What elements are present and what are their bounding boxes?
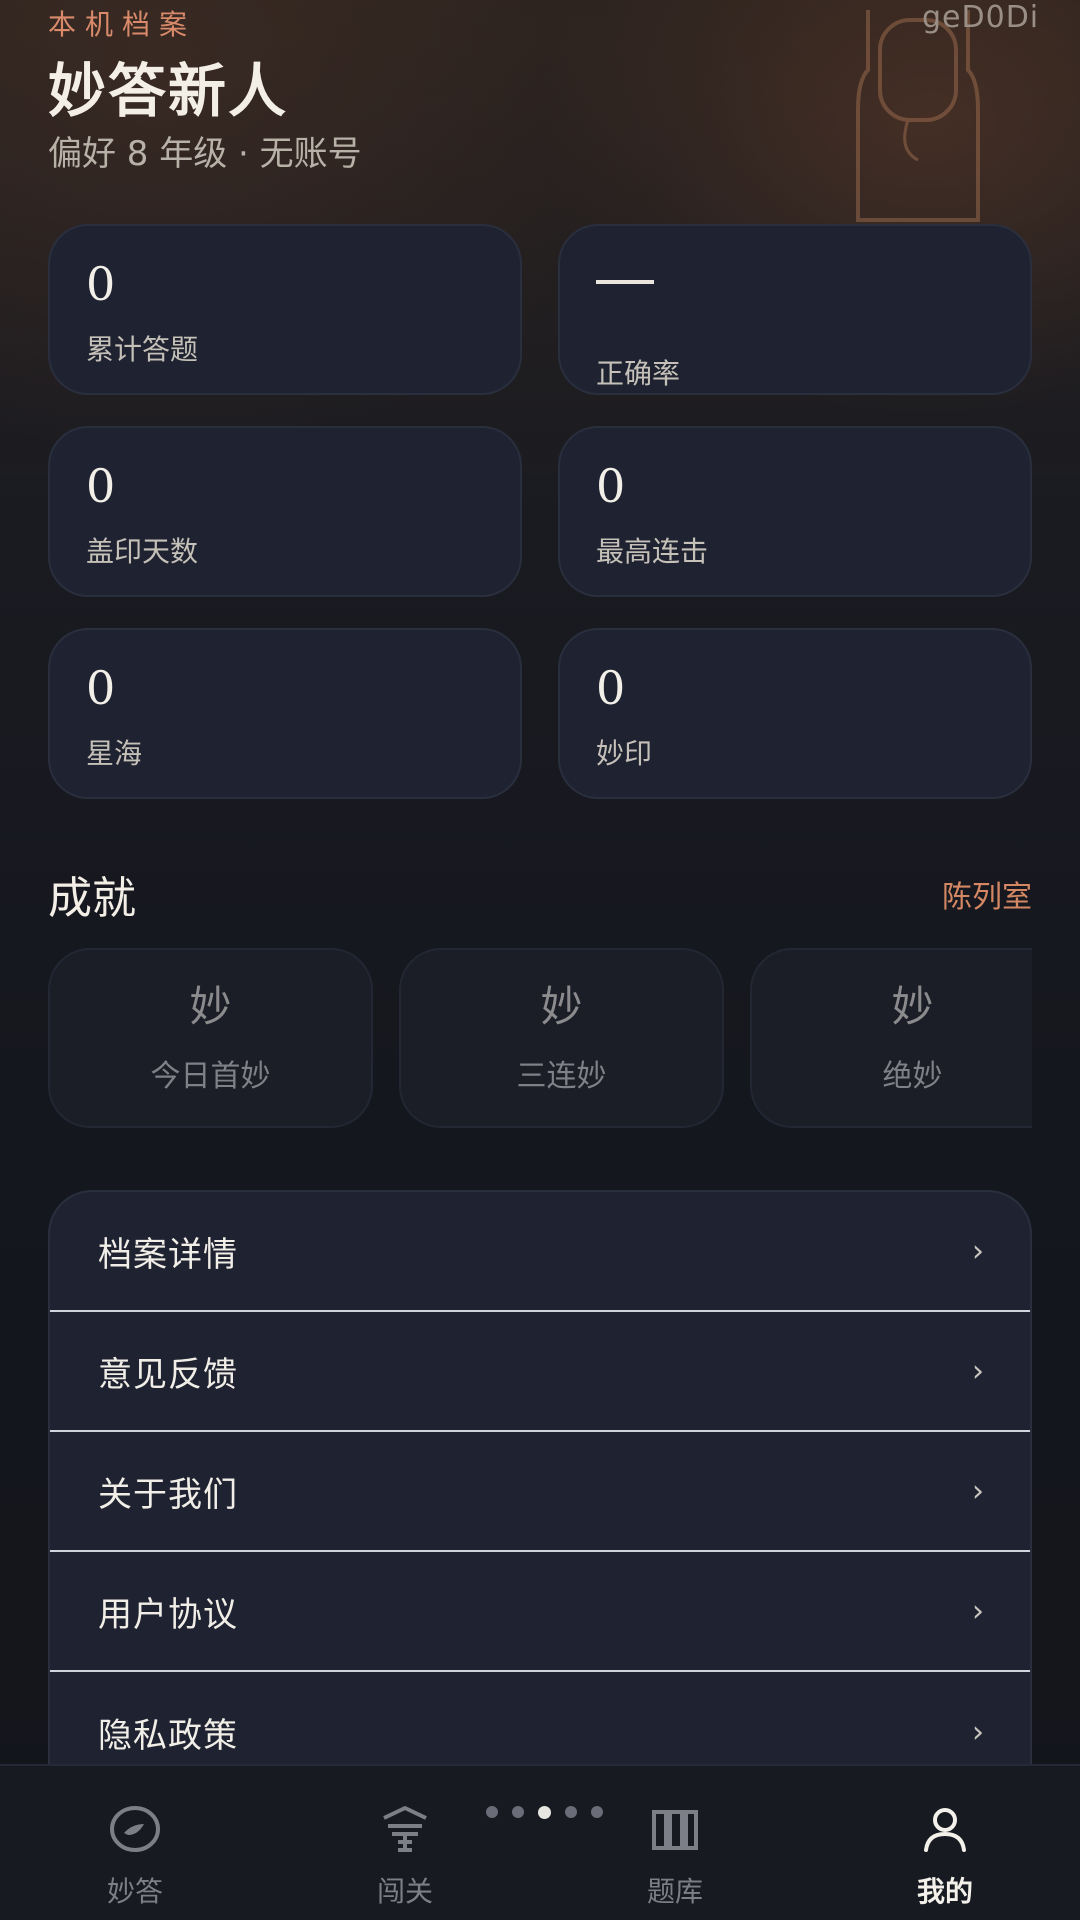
stat-value: 0 <box>86 459 116 513</box>
stat-value-placeholder <box>596 280 994 336</box>
stat-card-stamp-days: 0 盖印天数 <box>48 426 522 597</box>
achievement-name: 今日首妙 <box>150 1059 271 1094</box>
achievement-card[interactable]: 妙 今日首妙 <box>48 948 373 1128</box>
watermark-text: geD0Di <box>922 0 1040 35</box>
menu-item-label: 隐私政策 <box>98 1715 238 1756</box>
menu-item-about-us[interactable]: 关于我们 › <box>50 1432 1030 1552</box>
menu-item-user-agreement[interactable]: 用户协议 › <box>50 1552 1030 1672</box>
chevron-right-icon: › <box>972 1714 984 1750</box>
settings-menu: 档案详情 › 意见反馈 › 关于我们 › 用户协议 › 隐私政策 › <box>48 1190 1032 1794</box>
achievements-scroller[interactable]: 妙 今日首妙 妙 三连妙 妙 绝妙 <box>48 948 1032 1130</box>
tower-icon <box>383 1806 427 1852</box>
page-dot <box>512 1806 524 1818</box>
person-icon <box>924 1808 966 1852</box>
stat-label: 累计答题 <box>86 333 199 366</box>
showroom-link[interactable]: 陈列室 <box>942 872 1032 916</box>
profile-name: 妙答新人 <box>48 57 289 125</box>
profile-eyebrow: 本机档案 <box>48 8 197 41</box>
empty-dash-icon <box>596 280 654 284</box>
profile-subtitle: 偏好 8 年级 · 无账号 <box>48 134 362 174</box>
stat-card-accuracy: 正确率 <box>558 224 1032 395</box>
chevron-right-icon: › <box>972 1473 984 1509</box>
achievement-name: 三连妙 <box>516 1059 607 1094</box>
menu-item-label: 用户协议 <box>98 1594 238 1635</box>
stat-label: 盖印天数 <box>86 535 199 568</box>
chevron-right-icon: › <box>972 1353 984 1389</box>
achievement-name: 绝妙 <box>882 1059 943 1094</box>
eye-icon <box>110 1806 160 1852</box>
achievement-card[interactable]: 妙 三连妙 <box>399 948 724 1128</box>
tab-me[interactable]: 我的 <box>810 1766 1080 1920</box>
stat-card-miao-seal: 0 妙印 <box>558 628 1032 799</box>
page-dot <box>486 1806 498 1818</box>
stats-grid: 0 累计答题 正确率 0 盖印天数 0 最高连击 0 星海 0 妙印 <box>48 224 1032 799</box>
menu-item-label: 关于我们 <box>98 1474 238 1515</box>
tab-label: 妙答 <box>106 1875 163 1908</box>
stat-value: 0 <box>596 459 626 513</box>
tab-label: 我的 <box>916 1875 973 1908</box>
tab-challenge[interactable]: 闯关 <box>270 1766 540 1920</box>
stat-value: 0 <box>596 661 626 715</box>
chevron-right-icon: › <box>972 1593 984 1629</box>
book-icon <box>652 1810 698 1850</box>
achievement-badge-icon: 妙 <box>540 982 583 1031</box>
menu-item-profile-details[interactable]: 档案详情 › <box>50 1192 1030 1312</box>
stat-value: 0 <box>86 661 116 715</box>
tab-label: 题库 <box>646 1875 703 1908</box>
tab-miaoda[interactable]: 妙答 <box>0 1766 270 1920</box>
page-indicator <box>486 1806 603 1819</box>
stat-value: 0 <box>86 257 116 311</box>
stat-label: 正确率 <box>596 357 681 390</box>
menu-item-feedback[interactable]: 意见反馈 › <box>50 1312 1030 1432</box>
stat-card-max-combo: 0 最高连击 <box>558 426 1032 597</box>
stat-label: 星海 <box>86 737 143 770</box>
tab-question-bank[interactable]: 题库 <box>540 1766 810 1920</box>
stat-card-star-sea: 0 星海 <box>48 628 522 799</box>
achievements-title: 成就 <box>48 873 136 924</box>
achievement-card[interactable]: 妙 绝妙 <box>750 948 1032 1128</box>
menu-item-label: 档案详情 <box>98 1234 238 1275</box>
profile-header: 本机档案 妙答新人 偏好 8 年级 · 无账号 <box>48 0 362 176</box>
page-dot <box>591 1806 603 1818</box>
bottom-tab-bar: 妙答 闯关 题库 我的 <box>0 1764 1080 1920</box>
achievements-header: 成就 陈列室 <box>48 862 1032 926</box>
stat-card-total-answers: 0 累计答题 <box>48 224 522 395</box>
chevron-right-icon: › <box>972 1233 984 1269</box>
tab-label: 闯关 <box>376 1875 433 1908</box>
menu-item-label: 意见反馈 <box>98 1354 238 1395</box>
page-dot <box>565 1806 577 1818</box>
page-dot-active <box>538 1806 551 1819</box>
achievement-badge-icon: 妙 <box>189 982 232 1031</box>
stat-label: 妙印 <box>596 737 653 770</box>
achievement-badge-icon: 妙 <box>891 982 934 1031</box>
stat-label: 最高连击 <box>596 535 709 568</box>
